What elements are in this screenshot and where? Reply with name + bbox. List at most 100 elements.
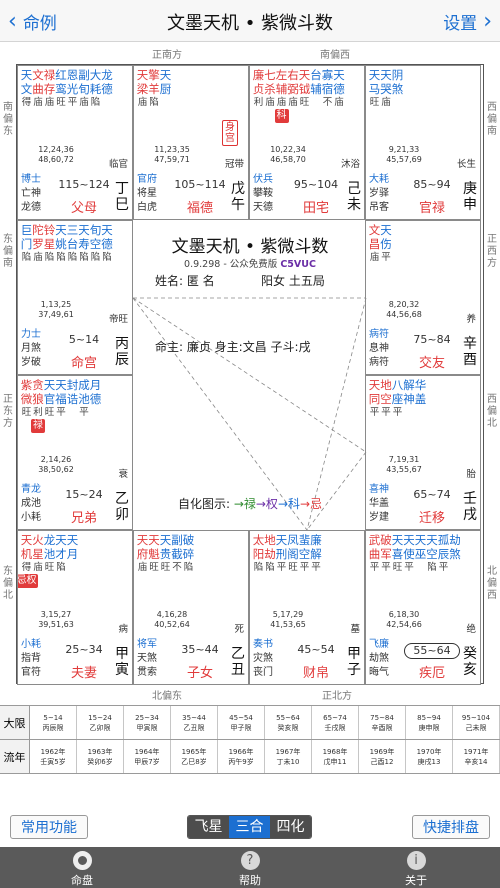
tab-bar: 命盘 ? 帮助 i 关于 <box>0 847 500 888</box>
info-icon: i <box>406 851 426 870</box>
dax-ganzhi: 丙辰限 <box>42 723 64 732</box>
flow-year: 1967年 <box>275 747 301 756</box>
settings-label: 设置 <box>443 14 478 34</box>
dax-range: 55~64 <box>276 713 300 722</box>
flow-header: 流年 <box>0 740 30 773</box>
flow-age: 丁未10 <box>276 757 300 766</box>
sihua-quan: →权 <box>255 497 278 511</box>
direction-right-1: 西偏南 <box>487 102 497 137</box>
common-functions-button[interactable]: 常用功能 <box>10 815 88 839</box>
direction-top-left: 正南方 <box>152 50 182 61</box>
dax-ganzhi: 癸亥限 <box>277 723 299 732</box>
flow-age: 庚戌13 <box>417 757 441 766</box>
direction-left-3: 正东方 <box>3 394 13 429</box>
dax-cell[interactable]: 5~14 丙辰限 <box>30 706 77 739</box>
direction-left-4: 东偏北 <box>3 566 13 601</box>
flow-cell[interactable]: 1968年 戊申11 <box>312 740 359 773</box>
dax-range: 35~44 <box>182 713 206 722</box>
direction-bottom-left: 北偏东 <box>152 691 182 702</box>
flow-age: 癸卯6岁 <box>87 757 113 766</box>
version-code: C5VUC <box>280 259 316 270</box>
flow-year: 1962年 <box>40 747 66 756</box>
dax-cell[interactable]: 75~84 辛酉限 <box>359 706 406 739</box>
chart-area: 正南方 南偏西 北偏东 正北方 南偏东 东偏南 正东方 东偏北 西偏南 正西方 … <box>0 42 500 705</box>
flow-cell[interactable]: 1967年 丁未10 <box>265 740 312 773</box>
flow-cell[interactable]: 1962年 壬寅5岁 <box>30 740 77 773</box>
dax-cell[interactable]: 55~64 癸亥限 <box>265 706 312 739</box>
flow-cell[interactable]: 1971年 辛亥14 <box>453 740 500 773</box>
dax-row: 大限 5~14 丙辰限 15~24 乙卯限 25~34 甲寅限 35~44 乙丑限 45~54 甲子… <box>0 706 500 740</box>
dax-cell[interactable]: 65~74 壬戌限 <box>312 706 359 739</box>
dax-range: 75~84 <box>370 713 394 722</box>
segment-feixing[interactable]: 飞星 <box>188 816 229 838</box>
nav-bar: ‹ 命例 文墨天机 • 紫微斗数 设置 › <box>0 0 500 42</box>
flow-age: 丙午9岁 <box>228 757 254 766</box>
direction-right-3: 西偏北 <box>487 394 497 429</box>
flow-year: 1969年 <box>369 747 395 756</box>
flow-age: 己酉12 <box>370 757 394 766</box>
quick-chart-button[interactable]: 快捷排盘 <box>412 815 490 839</box>
sihua-legend: 自化图示: →禄→权→科→忌 <box>133 495 367 512</box>
dax-ganzhi: 辛酉限 <box>371 723 393 732</box>
flow-cell[interactable]: 1965年 乙巳8岁 <box>171 740 218 773</box>
tab-label: 命盘 <box>71 874 93 887</box>
flow-age: 壬寅5岁 <box>40 757 66 766</box>
tab-help[interactable]: ? 帮助 <box>210 847 290 888</box>
period-table: 大限 5~14 丙辰限 15~24 乙卯限 25~34 甲寅限 35~44 乙丑限 45~54 甲子… <box>0 705 500 774</box>
segment-sanhe[interactable]: 三合 <box>229 816 270 838</box>
flow-age: 戊申11 <box>323 757 347 766</box>
chevron-right-icon: › <box>483 8 492 34</box>
dax-ganzhi: 庚申限 <box>418 723 440 732</box>
dax-ganzhi: 乙卯限 <box>89 723 111 732</box>
flow-age: 乙巳8岁 <box>181 757 207 766</box>
dax-range: 45~54 <box>229 713 253 722</box>
person-name: 姓名: 匿 名 <box>155 274 215 288</box>
dax-ganzhi: 乙丑限 <box>183 723 205 732</box>
direction-left-1: 南偏东 <box>3 102 13 137</box>
flow-cell[interactable]: 1963年 癸卯6岁 <box>77 740 124 773</box>
flow-year: 1963年 <box>87 747 113 756</box>
direction-right-4: 北偏西 <box>487 566 497 601</box>
destiny-board: 天 文得文 曲庙禄 存庙红 鸾旺恩 光平副 旬庙大 耗陷龙 德 12,24,36 4… <box>16 64 484 685</box>
tab-about[interactable]: i 关于 <box>376 847 456 888</box>
dax-cell[interactable]: 25~34 甲寅限 <box>124 706 171 739</box>
flow-cell[interactable]: 1964年 甲辰7岁 <box>124 740 171 773</box>
dax-cell[interactable]: 85~94 庚申限 <box>406 706 453 739</box>
page-title: 文墨天机 • 紫微斗数 <box>166 13 334 34</box>
flow-year: 1965年 <box>181 747 207 756</box>
direction-bottom-right: 正北方 <box>322 691 352 702</box>
dax-ganzhi: 甲寅限 <box>136 723 158 732</box>
flow-age: 甲辰7岁 <box>134 757 160 766</box>
flow-cell[interactable]: 1970年 庚戌13 <box>406 740 453 773</box>
dax-range: 85~94 <box>417 713 441 722</box>
flow-cell[interactable]: 1969年 己酉12 <box>359 740 406 773</box>
center-info: 文墨天机 • 紫微斗数 0.9.298 - 公众免费版 C5VUC 姓名: 匿 … <box>133 220 367 530</box>
sihua-ke: →科 <box>277 497 300 511</box>
dax-header: 大限 <box>0 706 30 739</box>
tab-label: 关于 <box>405 874 427 887</box>
dax-range: 15~24 <box>88 713 112 722</box>
dax-cell[interactable]: 45~54 甲子限 <box>218 706 265 739</box>
flow-year: 1966年 <box>228 747 254 756</box>
segment-sihua[interactable]: 四化 <box>270 816 311 838</box>
dax-ganzhi: 甲子限 <box>230 723 252 732</box>
dax-range: 95~104 <box>461 713 491 722</box>
flow-age: 辛亥14 <box>464 757 488 766</box>
help-icon: ? <box>240 851 260 870</box>
direction-right-2: 正西方 <box>487 234 497 269</box>
direction-top-right: 南偏西 <box>320 50 350 61</box>
settings-button[interactable]: 设置 › <box>443 9 492 34</box>
flow-cell[interactable]: 1966年 丙午9岁 <box>218 740 265 773</box>
flow-year: 1971年 <box>463 747 489 756</box>
version-label: 0.9.298 - 公众免费版 <box>184 259 278 270</box>
gender-bureau: 阳女 土五局 <box>261 274 325 288</box>
flow-year: 1970年 <box>416 747 442 756</box>
view-mode-segment: 飞星 三合 四化 <box>187 815 312 839</box>
chart-icon <box>72 851 92 870</box>
version-text: 0.9.298 - 公众免费版 C5VUC <box>133 256 367 270</box>
sihua-ji: →忌 <box>300 497 323 511</box>
dax-cell[interactable]: 15~24 乙卯限 <box>77 706 124 739</box>
tab-chart[interactable]: 命盘 <box>42 847 122 888</box>
dax-cell[interactable]: 35~44 乙丑限 <box>171 706 218 739</box>
dax-cell[interactable]: 95~104 己未限 <box>453 706 500 739</box>
